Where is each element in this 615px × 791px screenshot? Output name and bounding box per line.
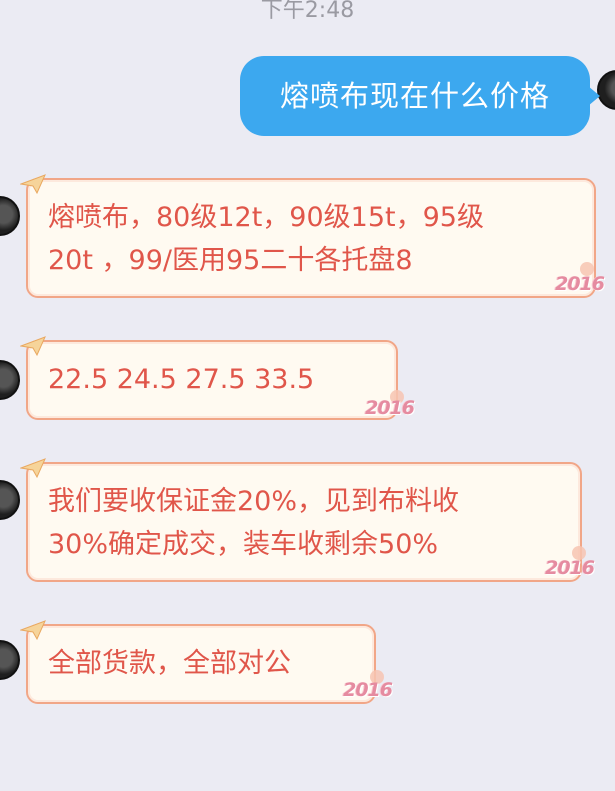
contact-avatar[interactable] [0,196,20,236]
timestamp: 下午2:48 [260,0,355,23]
message-text-line: 22.5 24.5 27.5 33.5 [48,364,315,395]
contact-avatar[interactable] [0,360,20,400]
contact-avatar[interactable] [0,480,20,520]
paper-plane-icon [20,336,46,356]
message-text-line: 全部货款，全部对公 [48,648,291,679]
message-bubble-incoming[interactable]: 我们要收保证金20%，见到布料收 30%确定成交，装车收剩余50% 2016 [20,458,595,582]
message-text-line: 我们要收保证金20%，见到布料收 [48,486,460,517]
year-2016-sticker: 2016 [365,397,415,419]
bubble-tail [588,86,600,106]
message-bubble-outgoing[interactable]: 熔喷布现在什么价格 [240,56,600,136]
message-text-line: 30%确定成交，装车收剩余50% [48,529,439,560]
message-bubble-incoming[interactable]: 熔喷布，80级12t，90级15t，95级 20t ，99/医用95二十各托盘8… [20,174,605,298]
contact-avatar[interactable] [0,640,20,680]
year-2016-sticker: 2016 [555,273,605,295]
paper-plane-icon [20,620,46,640]
message-text-line: 熔喷布，80级12t，90级15t，95级 [48,202,484,233]
year-2016-sticker: 2016 [545,557,595,579]
paper-plane-icon [20,174,46,194]
year-2016-sticker: 2016 [343,679,393,701]
message-bubble-incoming[interactable]: 全部货款，全部对公 2016 [20,620,393,704]
paper-plane-icon [20,458,46,478]
message-text: 熔喷布现在什么价格 [279,79,550,113]
message-text-line: 20t ，99/医用95二十各托盘8 [48,245,413,276]
message-bubble-incoming[interactable]: 22.5 24.5 27.5 33.5 2016 [20,336,415,420]
